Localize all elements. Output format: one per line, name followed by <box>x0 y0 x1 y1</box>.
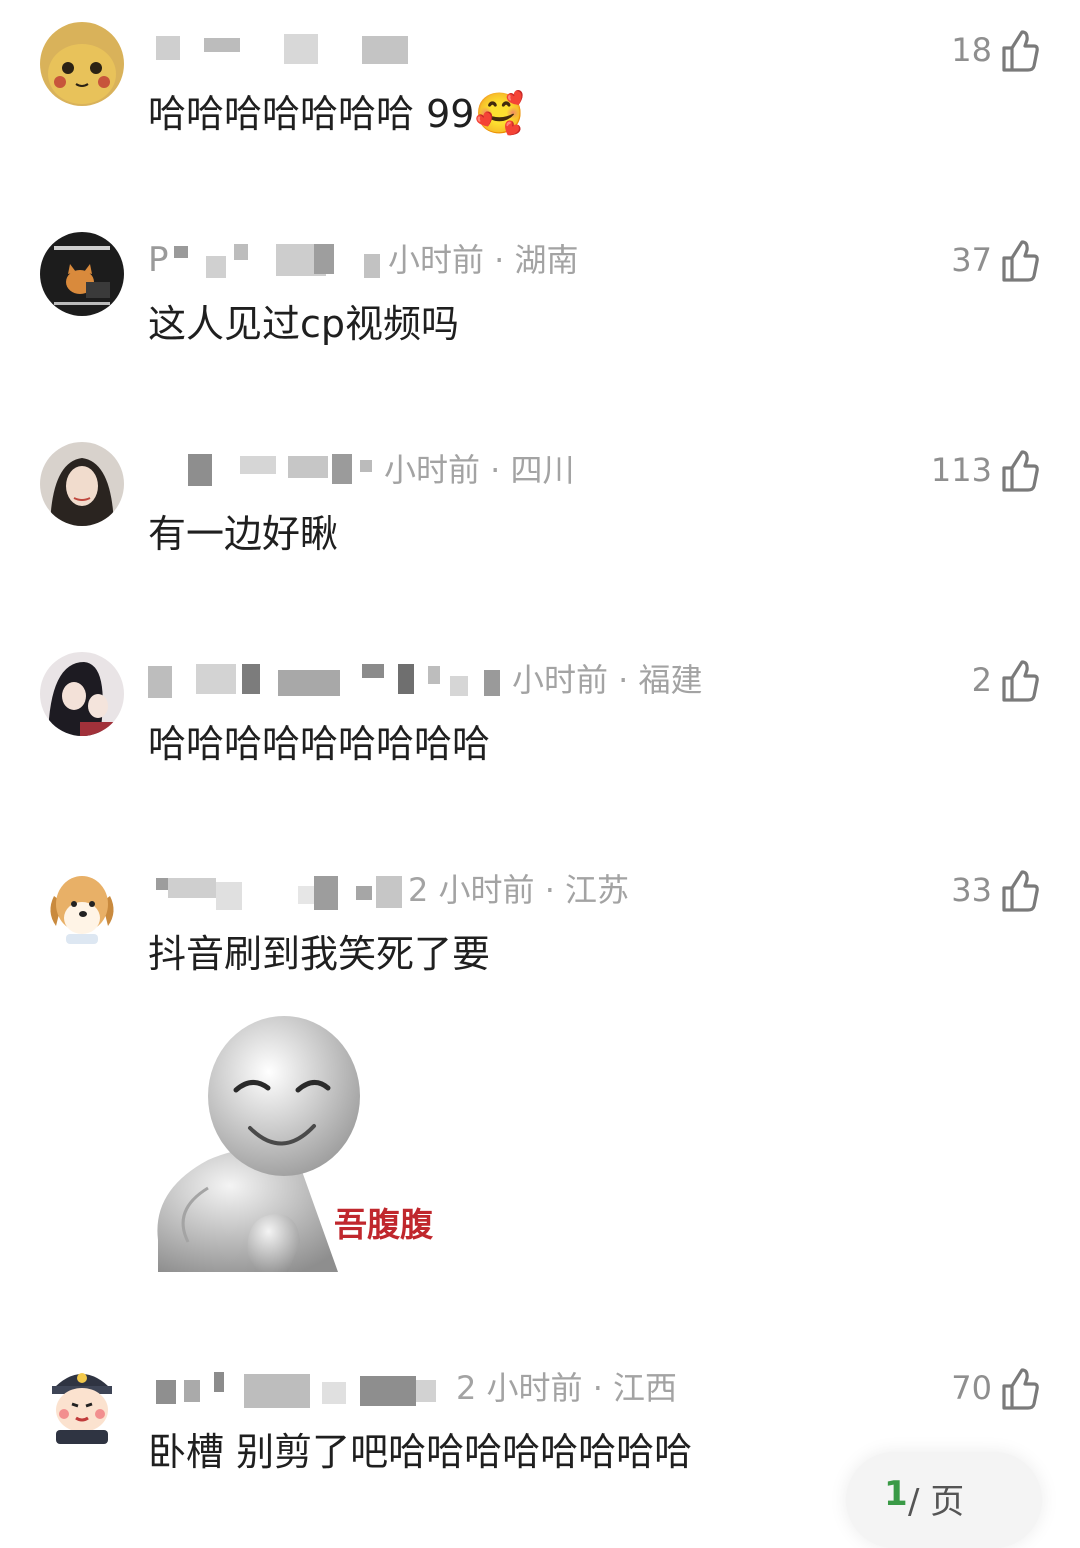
comment-text: 这人见过cp视频吗 <box>148 302 460 346</box>
sticker-image[interactable]: 吾腹腹 <box>148 1010 438 1272</box>
comment-text: 抖音刷到我笑死了要 <box>148 932 491 976</box>
anime-couple-avatar-icon <box>40 652 124 736</box>
thumbs-up-icon <box>1000 1366 1040 1410</box>
dog-avatar-icon <box>50 876 114 944</box>
user-avatar[interactable] <box>40 1360 124 1444</box>
like-count: 70 <box>951 1369 992 1407</box>
like-button[interactable]: 37 <box>951 238 1040 282</box>
user-avatar[interactable] <box>40 862 124 946</box>
like-count: 37 <box>951 241 992 279</box>
like-count: 18 <box>951 31 992 69</box>
thumbs-up-icon <box>1000 28 1040 72</box>
user-avatar[interactable] <box>40 442 124 526</box>
comment-meta: 2 小时前 · 江苏 <box>408 871 630 909</box>
like-button[interactable]: 113 <box>931 448 1040 492</box>
comment-meta: 小时前 · 福建 <box>512 661 703 699</box>
like-button[interactable]: 33 <box>951 868 1040 912</box>
page-indicator[interactable]: 1 / 页 <box>846 1452 1042 1548</box>
sticker-caption: 吾腹腹 <box>334 1205 433 1244</box>
page-total: / 页 <box>908 1482 965 1522</box>
comment-text: 哈哈哈哈哈哈哈 99🥰 <box>148 90 524 138</box>
like-count: 113 <box>930 451 992 489</box>
comment-text: 有一边好瞅 <box>148 512 339 556</box>
comment-meta: 小时前 · 四川 <box>384 451 575 489</box>
thumbs-up-icon <box>1000 658 1040 702</box>
thumbs-up-icon <box>1000 448 1040 492</box>
username-prefix: P <box>148 240 169 280</box>
user-avatar[interactable] <box>40 232 124 316</box>
police-avatar-icon <box>52 1373 112 1444</box>
current-page: 1 <box>884 1474 908 1514</box>
like-count: 33 <box>951 871 992 909</box>
girl-portrait-avatar-icon <box>40 442 124 526</box>
like-count: 2 <box>971 661 992 699</box>
thumbs-up-icon <box>1000 868 1040 912</box>
cat-laptop-avatar-icon <box>40 232 124 316</box>
like-button[interactable]: 2 <box>972 658 1040 702</box>
pikachu-avatar-icon <box>40 22 124 106</box>
comment-meta: 2 小时前 · 江西 <box>456 1369 678 1407</box>
user-avatar[interactable] <box>40 652 124 736</box>
comment-text: 卧槽 别剪了吧哈哈哈哈哈哈哈哈 <box>148 1430 693 1474</box>
like-button[interactable]: 70 <box>951 1366 1040 1410</box>
like-button[interactable]: 18 <box>951 28 1040 72</box>
comment-body: 哈哈哈哈哈哈哈 99 <box>148 92 475 136</box>
comment-meta: 小时前 · 湖南 <box>388 241 579 279</box>
smiling-hearts-emoji: 🥰 <box>474 91 525 137</box>
thumbs-up-icon <box>1000 238 1040 282</box>
comment-text: 哈哈哈哈哈哈哈哈哈 <box>148 722 491 766</box>
user-avatar[interactable] <box>40 22 124 106</box>
